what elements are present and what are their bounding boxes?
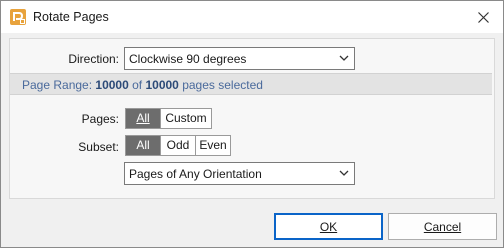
subset-all-label: All (136, 138, 150, 152)
app-icon (10, 9, 26, 25)
close-icon (477, 11, 489, 23)
direction-value: Clockwise 90 degrees (129, 52, 247, 66)
direction-label: Direction: (68, 52, 119, 66)
ok-button-label: OK (319, 220, 338, 234)
direction-select[interactable]: Clockwise 90 degrees (124, 47, 355, 70)
page-range-suffix: pages selected (182, 78, 263, 92)
window-title: Rotate Pages (33, 10, 109, 24)
subset-label: Subset: (78, 140, 119, 154)
pages-label: Pages: (41, 112, 119, 126)
chevron-down-icon (339, 55, 349, 61)
close-button[interactable] (463, 1, 503, 33)
cancel-button-label: Cancel (423, 220, 462, 234)
subset-all-option[interactable]: All (126, 136, 161, 155)
title-bar: Rotate Pages (1, 1, 503, 33)
pages-custom-option[interactable]: Custom (161, 109, 211, 128)
pages-segmented-control: All Custom (125, 108, 212, 129)
page-range-bar: Page Range: 10000 of 10000 pages selecte… (10, 73, 492, 95)
page-range-prefix: Page Range: (22, 78, 93, 92)
subset-even-label: Even (199, 138, 227, 152)
ok-button[interactable]: OK (274, 213, 383, 240)
rotate-pages-dialog: Rotate Pages Direction: Clockwise 90 deg… (0, 0, 504, 248)
pages-all-option[interactable]: All (126, 109, 161, 128)
page-range-of: of (132, 78, 143, 92)
cancel-button[interactable]: Cancel (388, 213, 497, 240)
subset-even-option[interactable]: Even (196, 136, 230, 155)
page-range-current: 10000 (95, 78, 129, 92)
orientation-select[interactable]: Pages of Any Orientation (124, 162, 355, 185)
subset-odd-option[interactable]: Odd (161, 136, 196, 155)
chevron-down-icon (339, 170, 349, 176)
subset-odd-label: Odd (166, 138, 190, 152)
pages-custom-label: Custom (165, 111, 207, 125)
page-range-total: 10000 (145, 78, 179, 92)
page-range-text: Page Range: 10000 of 10000 pages selecte… (22, 78, 263, 92)
pages-all-label: All (136, 111, 150, 125)
orientation-value: Pages of Any Orientation (129, 167, 262, 181)
subset-segmented-control: All Odd Even (125, 135, 231, 156)
pages-label-text: Pages: (81, 112, 119, 126)
